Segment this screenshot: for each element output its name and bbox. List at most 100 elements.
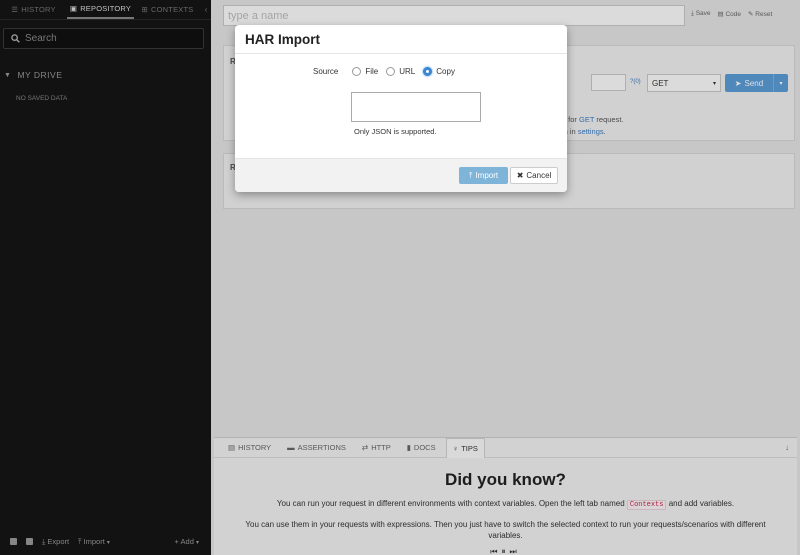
next-tip-icon[interactable]: ⏭ (510, 547, 521, 555)
list-icon: ☰ (11, 5, 19, 14)
radio-copy[interactable] (423, 67, 433, 76)
tab-http[interactable]: ⇄ HTTP (356, 438, 397, 458)
brush-icon: ✎ (748, 11, 754, 18)
source-label: Source (313, 67, 339, 76)
my-drive-label: MY DRIVE (17, 70, 63, 80)
file-icon: ▤ (717, 11, 724, 18)
pause-icon[interactable]: ⏸ (502, 547, 510, 555)
send-label: Send (744, 78, 764, 88)
import-label: Import (83, 536, 105, 546)
save-button[interactable]: ⤓ Save (691, 10, 711, 18)
source-options: Source File URL Copy (313, 67, 459, 76)
tips-title: Did you know? (445, 470, 566, 489)
collapse-all-icon[interactable] (10, 538, 17, 545)
add-menu-button[interactable]: + Add ▾ (174, 537, 211, 546)
hint1-post: request. (594, 115, 624, 124)
send-button[interactable]: ➤ Send ▾ (725, 74, 788, 92)
previous-tip-icon[interactable]: ⏮ (490, 547, 501, 555)
sidebar-search (3, 28, 204, 49)
code-button[interactable]: ▤ Code (718, 10, 742, 18)
empty-state-text: NO SAVED DATA (16, 95, 68, 102)
tab-contexts-label: CONTEXTS (151, 5, 194, 14)
send-options-button[interactable]: ▾ (773, 74, 788, 92)
import-button-label: Import (475, 171, 499, 180)
sidebar: ☰ HISTORY ▣ REPOSITORY ⊞ CONTEXTS ‹ ▼ MY… (0, 0, 211, 555)
tab-tips[interactable]: ♀ TIPS (445, 437, 485, 458)
reset-button[interactable]: ✎ Reset (748, 10, 772, 18)
tip-line-2: You can use them in your requests with e… (245, 520, 766, 540)
har-json-textarea[interactable] (351, 92, 481, 122)
save-icon: ▣ (69, 4, 78, 13)
grid-icon: ⊞ (141, 5, 149, 14)
caret-down-icon: ▼ (4, 71, 12, 79)
radio-url-label: URL (399, 67, 416, 76)
tips-panel: ▤ HISTORY ▬ ASSERTIONS ⇄ HTTP ▮ DOCS ♀ T… (214, 437, 797, 555)
radio-file-label: File (365, 67, 379, 76)
contexts-code: Contexts (626, 500, 667, 510)
tab-assertions[interactable]: ▬ ASSERTIONS (281, 438, 352, 458)
caret-down-icon: ▾ (712, 80, 716, 87)
import-button[interactable]: ⤒ Import (459, 167, 508, 184)
reset-label: Reset (755, 11, 773, 18)
my-drive-header[interactable]: ▼ MY DRIVE (4, 70, 62, 80)
radio-url[interactable] (386, 67, 396, 76)
bottom-tabs: ▤ HISTORY ▬ ASSERTIONS ⇄ HTTP ▮ DOCS ♀ T… (214, 437, 797, 458)
tab-label: DOCS (413, 443, 436, 452)
method-select[interactable]: GET ▾ (647, 74, 721, 92)
tab-label: HISTORY (238, 443, 272, 452)
radio-copy-label: Copy (436, 67, 455, 76)
export-label: Export (47, 536, 70, 546)
tip1-post: and add variables. (666, 499, 735, 508)
cancel-button[interactable]: ✖ Cancel (510, 167, 558, 184)
import-menu-button[interactable]: ⤒ Import ▾ (78, 537, 110, 547)
tab-repository[interactable]: ▣ REPOSITORY (67, 0, 134, 19)
method-value: GET (652, 78, 669, 88)
tab-contexts[interactable]: ⊞ CONTEXTS (134, 0, 201, 19)
collapse-panel-icon[interactable]: ↓ (785, 443, 797, 452)
add-label: Add (180, 537, 194, 546)
tab-history-bottom[interactable]: ▤ HISTORY (222, 438, 277, 458)
cancel-button-label: Cancel (526, 171, 552, 180)
collapse-sidebar-button[interactable]: ‹ (201, 0, 211, 19)
tab-repository-label: REPOSITORY (80, 4, 132, 13)
search-icon (11, 34, 20, 43)
docs-icon: ▮ (406, 443, 411, 452)
close-icon: ✖ (516, 171, 524, 180)
tab-history[interactable]: ☰ HISTORY (0, 0, 67, 19)
caret-down-icon: ▾ (106, 539, 110, 546)
radio-file[interactable] (352, 67, 362, 76)
save-label: Save (695, 10, 711, 17)
dialog-title: HAR Import (235, 25, 567, 54)
tab-label: ASSERTIONS (297, 443, 346, 452)
expand-all-icon[interactable] (26, 538, 33, 545)
har-import-dialog: HAR Import Source File URL Copy Only JSO… (235, 25, 567, 192)
dialog-footer: ⤒ Import ✖ Cancel (235, 158, 567, 192)
hint2-post: . (603, 127, 606, 136)
tip1-pre: You can run your request in different en… (276, 499, 627, 508)
get-link[interactable]: GET (579, 115, 594, 124)
upload-icon: ⤒ (78, 536, 82, 546)
tab-history-label: HISTORY (21, 5, 56, 14)
assertions-icon: ▬ (287, 443, 295, 452)
tab-label: HTTP (371, 443, 391, 452)
sidebar-tabs: ☰ HISTORY ▣ REPOSITORY ⊞ CONTEXTS ‹ (0, 0, 211, 20)
url-input[interactable] (591, 74, 626, 91)
settings-link[interactable]: settings (578, 127, 604, 136)
http-icon: ⇄ (361, 443, 369, 452)
tips-nav: ⏮⏸⏭ (214, 547, 797, 555)
history-icon: ▤ (228, 443, 236, 452)
download-icon: ⤓ (691, 10, 694, 17)
sidebar-bottom-bar: ⤓ Export ⤒ Import ▾ + Add ▾ (0, 528, 211, 555)
plus-icon: + (174, 537, 179, 546)
send-main[interactable]: ➤ Send (725, 79, 773, 88)
paper-plane-icon: ➤ (734, 78, 742, 88)
query-params-link[interactable]: ?(0) (630, 79, 641, 85)
request-name-input[interactable] (223, 5, 685, 26)
search-input[interactable] (25, 33, 195, 44)
tips-icon: ♀ (452, 443, 459, 453)
tab-docs[interactable]: ▮ DOCS (401, 438, 442, 458)
export-button[interactable]: ⤓ Export (42, 537, 69, 547)
tab-label: TIPS (461, 443, 478, 453)
code-label: Code (725, 11, 742, 18)
chevron-left-icon: ‹ (204, 5, 208, 14)
